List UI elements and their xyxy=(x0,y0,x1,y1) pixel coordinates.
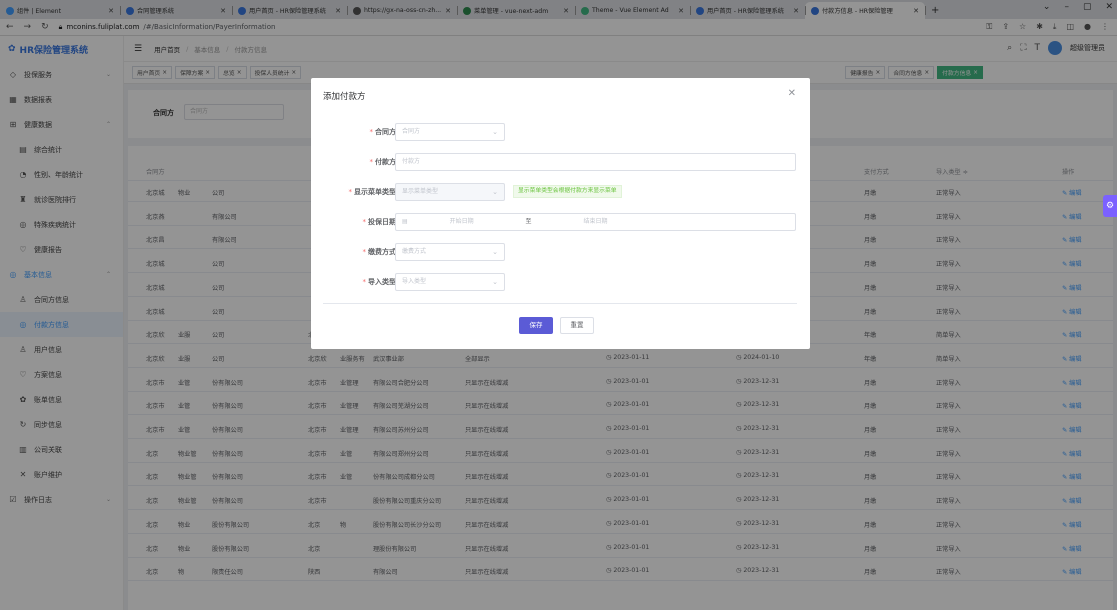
import-type-label: * 导入类型 xyxy=(362,278,397,286)
reset-button[interactable]: 重置 xyxy=(560,317,594,334)
calendar-icon: ▤ xyxy=(402,218,408,225)
dialog-close-icon[interactable]: ✕ xyxy=(788,88,796,99)
add-payer-dialog: 添加付款方 ✕ * 合同方 合同方 ⌄ * 付款方 付款方 * 显示菜单类型 显示菜单类… xyxy=(311,78,810,349)
import-type-select[interactable]: 导入类型 ⌄ xyxy=(395,273,505,291)
date-range-picker[interactable]: ▤ 开始日期 至 结束日期 xyxy=(395,213,796,231)
form-row-payer: * 付款方 付款方 xyxy=(311,153,810,171)
form-row-pay-method: * 缴费方式 缴费方式 ⌄ xyxy=(311,243,810,261)
pay-method-select[interactable]: 缴费方式 ⌄ xyxy=(395,243,505,261)
contract-select[interactable]: 合同方 ⌄ xyxy=(395,123,505,141)
payer-label: * 付款方 xyxy=(369,158,397,166)
menu-type-label: * 显示菜单类型 xyxy=(348,188,397,196)
pay-method-label: * 缴费方式 xyxy=(362,248,397,256)
menu-type-hint: 显示菜单类型会根据付款方来显示菜单 xyxy=(513,185,622,198)
menu-type-select[interactable]: 显示菜单类型 ⌄ xyxy=(395,183,505,201)
form-row-contract: * 合同方 合同方 ⌄ xyxy=(311,123,810,141)
chevron-down-icon: ⌄ xyxy=(492,248,498,256)
form-row-date: * 投保日期 ▤ 开始日期 至 结束日期 xyxy=(311,213,810,231)
date-separator: 至 xyxy=(525,218,532,225)
chevron-down-icon: ⌄ xyxy=(492,128,498,136)
contract-label: * 合同方 xyxy=(369,128,397,136)
date-end[interactable]: 结束日期 xyxy=(583,218,607,225)
dialog-title: 添加付款方 xyxy=(323,92,366,102)
chevron-down-icon: ⌄ xyxy=(492,188,498,196)
settings-gear-icon[interactable]: ⚙ xyxy=(1103,195,1117,217)
date-label: * 投保日期 xyxy=(362,218,397,226)
form-row-menu-type: * 显示菜单类型 显示菜单类型 ⌄ 显示菜单类型会根据付款方来显示菜单 xyxy=(311,183,810,201)
payer-input[interactable]: 付款方 xyxy=(395,153,796,171)
dialog-divider xyxy=(323,303,797,304)
form-row-import-type: * 导入类型 导入类型 ⌄ xyxy=(311,273,810,291)
save-button[interactable]: 保存 xyxy=(519,317,553,334)
chevron-down-icon: ⌄ xyxy=(492,278,498,286)
date-start[interactable]: 开始日期 xyxy=(450,218,474,225)
